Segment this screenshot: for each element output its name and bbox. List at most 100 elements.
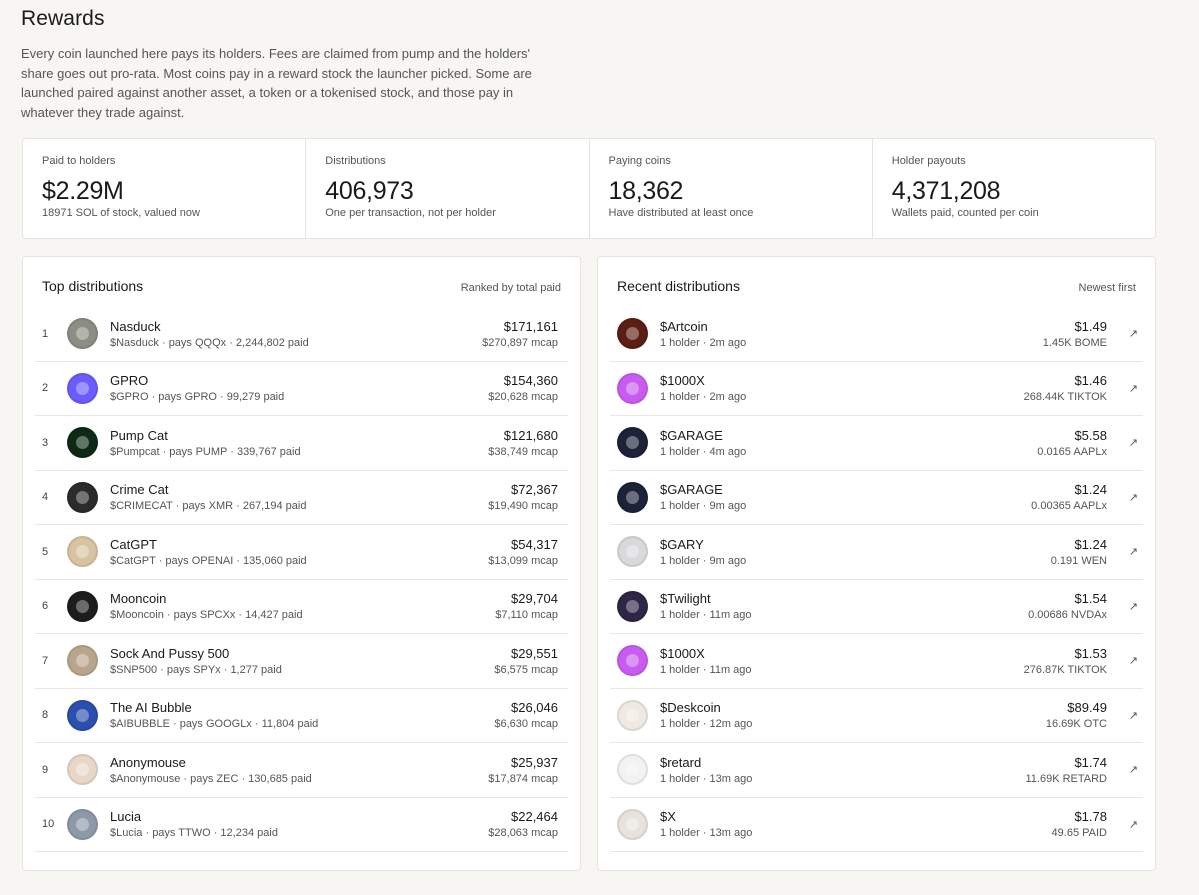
external-link-icon[interactable]: ↗ — [1107, 600, 1143, 613]
coin-meta: $Anonymouse · pays ZEC · 130,685 paid — [110, 772, 312, 785]
cat-avatar-icon — [617, 536, 648, 568]
external-link-icon[interactable]: ↗ — [1107, 436, 1143, 449]
total-paid: $25,937 — [511, 754, 558, 770]
table-row[interactable]: $GARY 1 holder · 9m ago $1.24 0.191 WEN ↗ — [610, 525, 1143, 580]
coin-name: Anonymouse — [110, 754, 186, 770]
coin-name: $Deskcoin — [660, 700, 721, 716]
panel-title: Recent distributions — [617, 278, 740, 294]
panel-title: Top distributions — [42, 278, 144, 294]
page-title: Rewards — [21, 7, 105, 30]
recent-distributions-panel: Recent distributions Newest first $Artco… — [597, 256, 1156, 871]
table-row[interactable]: $GARAGE 1 holder · 4m ago $5.58 0.0165 AAPL… — [610, 416, 1143, 471]
external-link-icon[interactable]: ↗ — [1107, 382, 1143, 395]
coin-name: Nasduck — [110, 318, 161, 334]
coin-meta: 1 holder · 9m ago — [660, 500, 747, 513]
row-info: $1000X 1 holder · 11m ago — [660, 646, 1024, 676]
pump-cat-avatar-icon — [67, 427, 98, 459]
table-row[interactable]: $Twilight 1 holder · 11m ago $1.54 0.00686 … — [610, 580, 1143, 634]
table-row[interactable]: $1000X 1 holder · 2m ago $1.46 268.44K TIKT… — [610, 362, 1143, 416]
table-row[interactable]: 7 Sock And Pussy 500 $SNP500 · pays SPYx ·… — [35, 634, 568, 689]
table-row[interactable]: $Deskcoin 1 holder · 12m ago $89.49 16.69K … — [610, 689, 1143, 743]
table-row[interactable]: $GARAGE 1 holder · 9m ago $1.24 0.00365 AAP… — [610, 471, 1143, 525]
market-cap: $6,630 mcap — [494, 718, 558, 731]
coin-meta: 1 holder · 9m ago — [660, 554, 747, 567]
row-values: $26,046 $6,630 mcap — [494, 700, 568, 730]
row-info: $retard 1 holder · 13m ago — [660, 755, 1025, 785]
row-info: Crime Cat $CRIMECAT · pays XMR · 267,194 … — [110, 482, 488, 512]
table-row[interactable]: 2 GPRO $GPRO · pays GPRO · 99,279 paid $154… — [35, 362, 568, 416]
x-avatar-icon — [617, 808, 648, 840]
coin-name: Sock And Pussy 500 — [110, 645, 230, 661]
table-row[interactable]: $Artcoin 1 holder · 2m ago $1.49 1.45K BOME… — [610, 307, 1143, 362]
paid-token: 268.44K TIKTOK — [1023, 391, 1107, 404]
paid-token: 11.69K RETARD — [1025, 772, 1107, 785]
table-row[interactable]: 5 CatGPT $CatGPT · pays OPENAI · 135,060 p… — [35, 525, 568, 580]
external-link-icon[interactable]: ↗ — [1107, 818, 1143, 831]
stat-distributions: Distributions 406,973 One per transactio… — [306, 139, 590, 238]
coin-name: Crime Cat — [110, 482, 169, 498]
distribution-amount: $1.74 — [1074, 754, 1107, 770]
total-paid: $29,551 — [511, 645, 558, 661]
distribution-amount: $1.49 — [1074, 318, 1107, 334]
stat-sub: Have distributed at least once — [608, 207, 754, 219]
coin-name: $GARAGE — [660, 482, 723, 498]
market-cap: $19,490 mcap — [488, 500, 558, 513]
table-row[interactable]: $retard 1 holder · 13m ago $1.74 11.69K RET… — [610, 743, 1143, 798]
stat-paying-coins: Paying coins 18,362 Have distributed at … — [590, 139, 873, 238]
stat-label: Paying coins — [608, 155, 671, 167]
row-rank: 3 — [42, 436, 49, 449]
row-values: $29,551 $6,575 mcap — [494, 646, 568, 676]
coin-meta: $CatGPT · pays OPENAI · 135,060 paid — [110, 554, 307, 567]
row-info: $Deskcoin 1 holder · 12m ago — [660, 700, 1046, 730]
stat-sub: One per transaction, not per holder — [325, 207, 496, 219]
paid-token: 0.00686 NVDAx — [1028, 609, 1107, 622]
external-link-icon[interactable]: ↗ — [1107, 709, 1143, 722]
paid-token: 0.00365 AAPLx — [1031, 500, 1107, 513]
row-values: $25,937 $17,874 mcap — [488, 755, 568, 785]
coin-name: $1000X — [660, 645, 705, 661]
coin-meta: $CRIMECAT · pays XMR · 267,194 paid — [110, 500, 307, 513]
rainbow-avatar-icon — [617, 372, 648, 404]
row-values: $1.74 11.69K RETARD — [1025, 755, 1107, 785]
coin-meta: $AIBUBBLE · pays GOOGLx · 11,804 paid — [110, 718, 319, 731]
row-rank: 6 — [42, 600, 49, 613]
twilight-avatar-icon — [617, 590, 648, 622]
row-info: CatGPT $CatGPT · pays OPENAI · 135,060 pa… — [110, 537, 488, 567]
paid-token: 0.0165 AAPLx — [1037, 445, 1107, 458]
table-row[interactable]: $X 1 holder · 13m ago $1.78 49.65 PAID ↗ — [610, 798, 1143, 852]
coin-name: $Artcoin — [660, 318, 708, 334]
table-row[interactable]: 1 Nasduck $Nasduck · pays QQQx · 2,244,802… — [35, 307, 568, 362]
catgpt-avatar-icon — [67, 536, 98, 568]
total-paid: $26,046 — [511, 700, 558, 716]
market-cap: $20,628 mcap — [488, 391, 558, 404]
table-row[interactable]: 10 Lucia $Lucia · pays TTWO · 12,234 paid $… — [35, 798, 568, 852]
external-link-icon[interactable]: ↗ — [1107, 545, 1143, 558]
external-link-icon[interactable]: ↗ — [1107, 327, 1143, 340]
row-info: GPRO $GPRO · pays GPRO · 99,279 paid — [110, 373, 488, 403]
stat-label: Distributions — [325, 155, 386, 167]
table-row[interactable]: 3 Pump Cat $Pumpcat · pays PUMP · 339,767 … — [35, 416, 568, 471]
ai-bubble-logo-icon — [67, 699, 98, 731]
external-link-icon[interactable]: ↗ — [1107, 491, 1143, 504]
table-row[interactable]: 9 Anonymouse $Anonymouse · pays ZEC · 130,… — [35, 743, 568, 798]
distribution-amount: $5.58 — [1074, 427, 1107, 443]
coin-meta: 1 holder · 13m ago — [660, 827, 753, 840]
table-row[interactable]: 6 Mooncoin $Mooncoin · pays SPCXx · 14,427… — [35, 580, 568, 634]
row-info: Sock And Pussy 500 $SNP500 · pays SPYx · … — [110, 646, 494, 676]
paid-token: 1.45K BOME — [1042, 336, 1107, 349]
row-values: $1.49 1.45K BOME — [1043, 319, 1107, 349]
table-row[interactable]: 4 Crime Cat $CRIMECAT · pays XMR · 267,194… — [35, 471, 568, 525]
row-values: $1.54 0.00686 NVDAx — [1028, 591, 1107, 621]
external-link-icon[interactable]: ↗ — [1107, 763, 1143, 776]
table-row[interactable]: 8 The AI Bubble $AIBUBBLE · pays GOOGLx · … — [35, 689, 568, 743]
top-distributions-panel: Top distributions Ranked by total paid 1… — [22, 256, 581, 871]
distribution-amount: $1.24 — [1074, 536, 1107, 552]
row-rank: 9 — [42, 763, 49, 776]
market-cap: $28,063 mcap — [488, 827, 558, 840]
row-values: $54,317 $13,099 mcap — [488, 537, 568, 567]
external-link-icon[interactable]: ↗ — [1107, 654, 1143, 667]
row-info: Lucia $Lucia · pays TTWO · 12,234 paid — [110, 809, 488, 839]
mooncoin-logo-icon — [67, 590, 98, 622]
table-row[interactable]: $1000X 1 holder · 11m ago $1.53 276.87K TIK… — [610, 634, 1143, 689]
page-intro: Every coin launched here pays its holder… — [21, 46, 532, 120]
